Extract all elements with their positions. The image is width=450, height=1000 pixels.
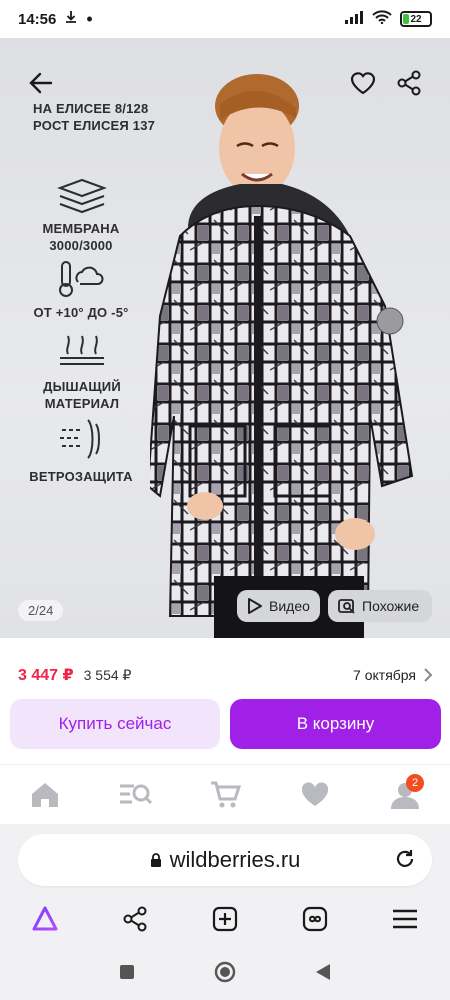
breathable-arrows-icon bbox=[56, 332, 108, 373]
feature-wind: ВЕТРОЗАЩИТА bbox=[24, 468, 138, 485]
nav-favorites[interactable] bbox=[290, 770, 340, 820]
nav-catalog[interactable] bbox=[110, 770, 160, 820]
wifi-icon bbox=[372, 10, 392, 28]
reload-button[interactable] bbox=[394, 848, 416, 875]
nav-cart[interactable] bbox=[200, 770, 250, 820]
status-time: 14:56 bbox=[18, 10, 57, 28]
delivery-date-link[interactable]: 7 октября bbox=[353, 667, 432, 683]
url-text: wildberries.ru bbox=[169, 847, 301, 872]
feature-temperature-line1: ОТ +10° ДО -5° bbox=[33, 305, 129, 320]
home-circle-icon bbox=[214, 961, 236, 982]
search-catalog-icon bbox=[120, 784, 152, 804]
download-icon bbox=[64, 10, 78, 28]
profile-badge: 2 bbox=[406, 773, 424, 792]
share-icon bbox=[123, 906, 147, 932]
wind-protection-icon bbox=[58, 416, 108, 467]
recents-button[interactable] bbox=[119, 964, 135, 985]
similar-button[interactable]: Похожие bbox=[328, 590, 432, 622]
battery-icon: 22 bbox=[400, 11, 432, 27]
feature-membrane-line2: 3000/3000 bbox=[49, 238, 113, 253]
favorites-icon bbox=[301, 781, 329, 806]
status-bar: 14:56 • 22 bbox=[0, 0, 450, 38]
tabs-infinity-icon bbox=[302, 906, 328, 932]
size-info: НА ЕЛИСЕЕ 8/128 РОСТ ЕЛИСЕЯ 137 bbox=[33, 100, 155, 134]
delivery-date: 7 октября bbox=[353, 667, 416, 683]
address-bar[interactable]: wildberries.ru bbox=[18, 834, 432, 886]
app-bottom-nav: 2 bbox=[0, 764, 450, 824]
product-image-gallery[interactable]: НА ЕЛИСЕЕ 8/128 РОСТ ЕЛИСЕЯ 137 МЕМБРАНА… bbox=[0, 38, 450, 638]
feature-breathable: ДЫШАЩИЙ МАТЕРИАЛ bbox=[30, 378, 134, 412]
membrane-layers-icon bbox=[56, 178, 108, 221]
browser-share-button[interactable] bbox=[115, 899, 155, 939]
battery-level: 22 bbox=[410, 13, 422, 25]
feature-membrane-line1: МЕМБРАНА bbox=[42, 221, 120, 236]
notification-dot-icon: • bbox=[86, 9, 93, 29]
size-info-line2: РОСТ ЕЛИСЕЯ 137 bbox=[33, 118, 156, 133]
similar-label: Похожие bbox=[362, 598, 420, 614]
hamburger-menu-icon bbox=[393, 909, 417, 929]
feature-membrane: МЕМБРАНА 3000/3000 bbox=[30, 220, 132, 254]
alice-icon bbox=[32, 906, 58, 931]
feature-temperature: ОТ +10° ДО -5° bbox=[28, 304, 134, 321]
video-button[interactable]: Видео bbox=[237, 590, 320, 622]
plus-square-icon bbox=[212, 906, 238, 932]
signal-icon bbox=[344, 10, 364, 28]
similar-search-icon bbox=[338, 599, 355, 614]
price-old: 3 554 ₽ bbox=[83, 666, 132, 683]
size-info-line1: НА ЕЛИСЕЕ 8/128 bbox=[33, 101, 149, 116]
feature-breathable-line2: МАТЕРИАЛ bbox=[44, 396, 120, 411]
lock-icon bbox=[150, 853, 161, 867]
price-row: 3 447 ₽ 3 554 ₽ 7 октября bbox=[0, 656, 450, 694]
feature-breathable-line1: ДЫШАЩИЙ bbox=[43, 379, 121, 394]
back-button[interactable] bbox=[24, 66, 58, 100]
new-tab-button[interactable] bbox=[205, 899, 245, 939]
cart-icon bbox=[211, 781, 241, 807]
nav-home[interactable] bbox=[20, 770, 70, 820]
product-photo bbox=[150, 74, 414, 638]
system-nav-bar bbox=[0, 948, 450, 1000]
favorite-button[interactable] bbox=[346, 66, 380, 100]
play-icon bbox=[248, 598, 262, 614]
share-button[interactable] bbox=[392, 66, 426, 100]
back-system-button[interactable] bbox=[315, 963, 331, 986]
price-current: 3 447 ₽ bbox=[18, 667, 74, 684]
reload-icon bbox=[396, 850, 414, 867]
nav-profile[interactable]: 2 bbox=[380, 770, 430, 820]
add-to-cart-button[interactable]: В корзину bbox=[230, 699, 441, 749]
alice-button[interactable] bbox=[25, 899, 65, 939]
feature-wind-line1: ВЕТРОЗАЩИТА bbox=[29, 469, 133, 484]
back-triangle-icon bbox=[315, 963, 330, 980]
recents-icon bbox=[120, 964, 135, 979]
tabs-button[interactable] bbox=[295, 899, 335, 939]
video-label: Видео bbox=[269, 598, 310, 614]
thermometer-cloud-icon bbox=[56, 260, 108, 303]
browser-menu-button[interactable] bbox=[385, 899, 425, 939]
home-icon bbox=[32, 782, 58, 807]
home-system-button[interactable] bbox=[214, 961, 236, 988]
chevron-right-icon bbox=[424, 668, 432, 682]
buy-now-button[interactable]: Купить сейчас bbox=[10, 699, 220, 749]
browser-toolbar bbox=[0, 890, 450, 948]
image-counter: 2/24 bbox=[18, 600, 64, 621]
